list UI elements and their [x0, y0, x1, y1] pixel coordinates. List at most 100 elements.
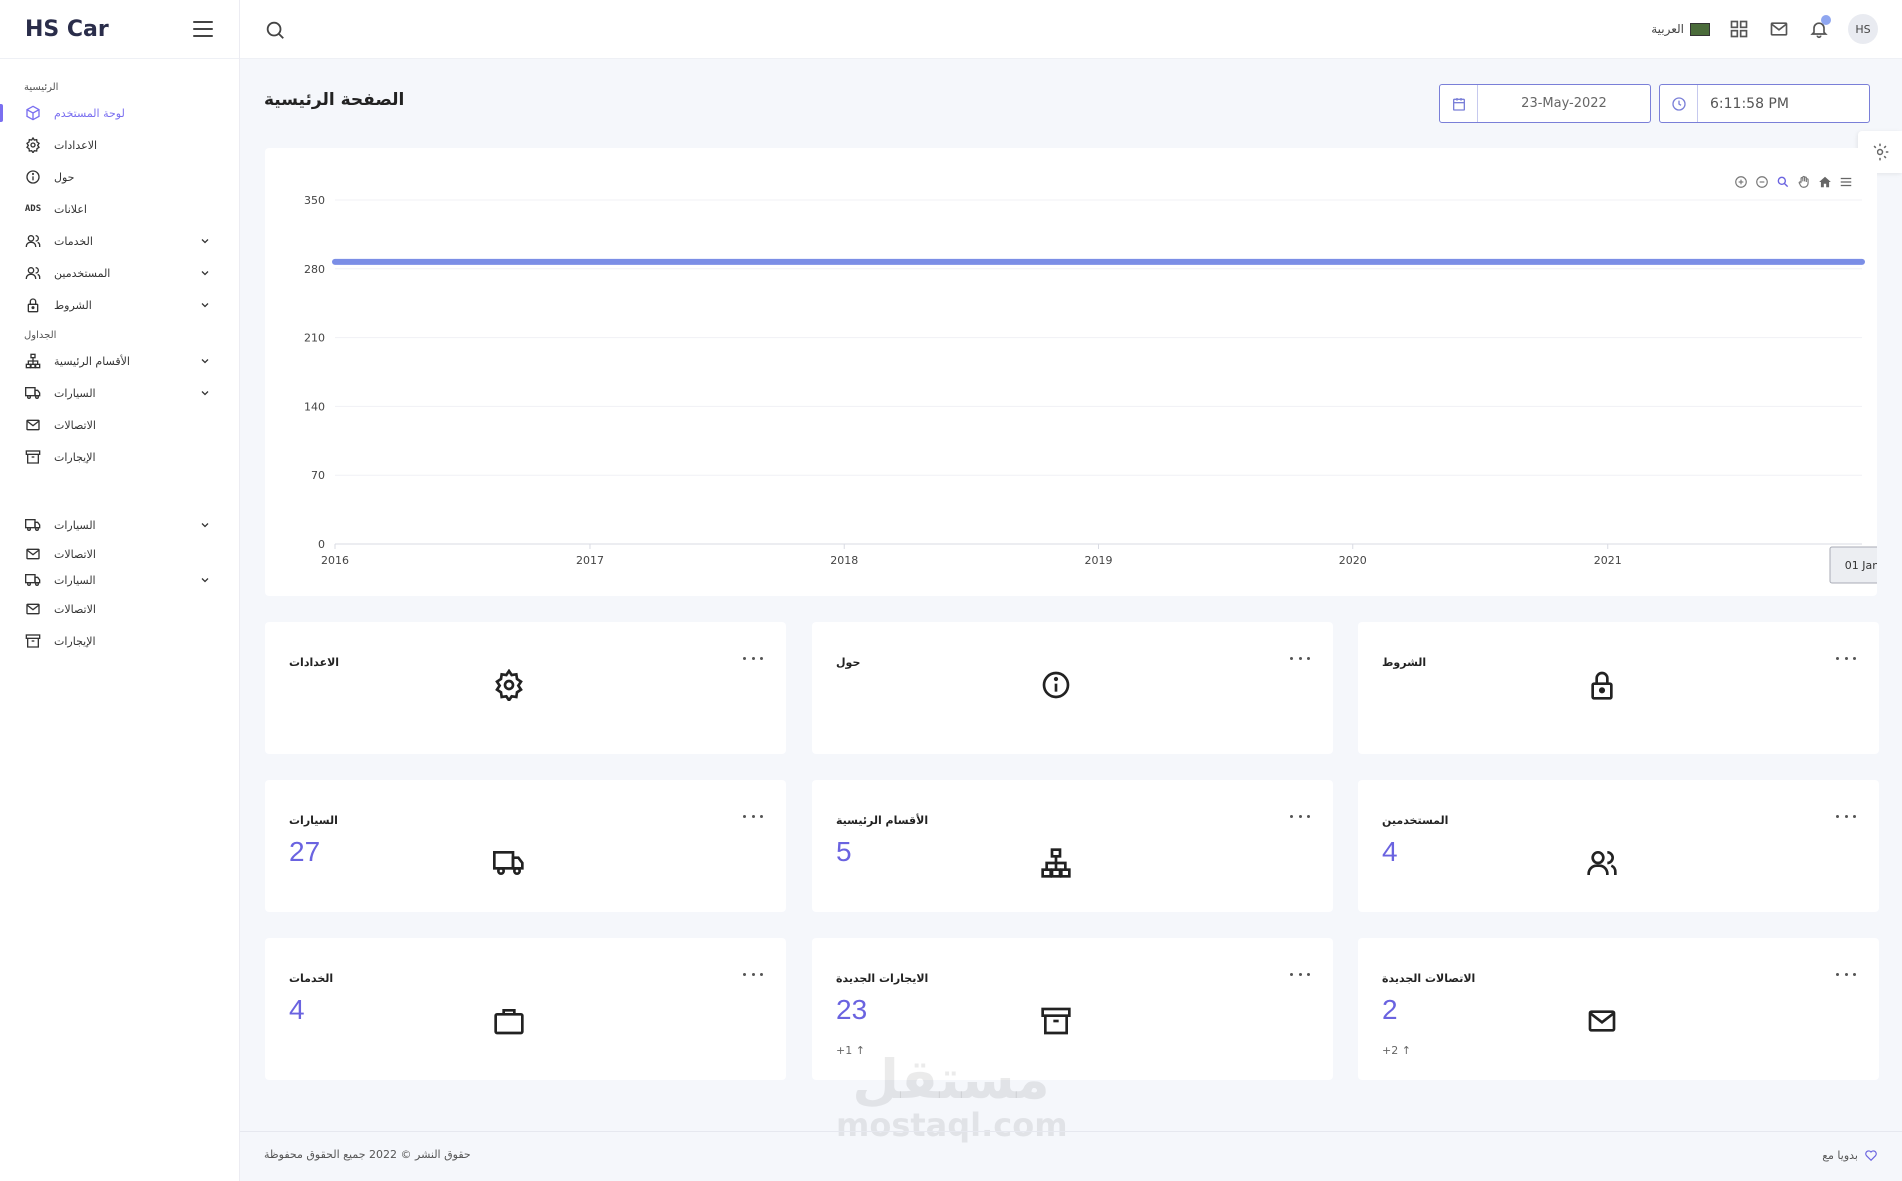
ads-icon: ADS [24, 204, 42, 214]
messages-button[interactable] [1768, 18, 1790, 40]
zoom-out-button[interactable] [1754, 174, 1769, 189]
sidebar: HS Car الرئيسية لوحة المستخدم الاعدادات حول… [0, 0, 240, 1181]
language-label: العربية [1651, 22, 1684, 36]
card-value: 23 [836, 994, 868, 1025]
heart-icon [1865, 1150, 1877, 1162]
x-tick-label: 2021 [1594, 554, 1622, 567]
zoom-in-button[interactable] [1733, 174, 1748, 189]
card-options-button[interactable] [1836, 650, 1856, 666]
reset-zoom-button[interactable] [1817, 174, 1832, 189]
chart-menu-button[interactable] [1838, 174, 1853, 189]
card-options-button[interactable] [743, 650, 763, 666]
sitemap-icon [1039, 846, 1073, 880]
date-value: 23-May-2022 [1521, 96, 1607, 111]
mail-icon [24, 545, 42, 563]
card-value: 4 [289, 994, 305, 1025]
archive-icon [1039, 1004, 1073, 1038]
sidebar-item-label: السيارات [54, 573, 96, 587]
sidebar-item[interactable]: الاتصالات [0, 593, 239, 625]
apps-button[interactable] [1728, 18, 1750, 40]
sidebar-item[interactable]: السيارات [0, 567, 239, 593]
sidebar-item-label: الاتصالات [54, 602, 96, 616]
sidebar-item[interactable]: الاتصالات [0, 409, 239, 441]
mail-icon [24, 416, 42, 434]
card-delta-value: +2 [1382, 1044, 1399, 1057]
sidebar-item-label: السيارات [54, 518, 96, 532]
truck-icon [24, 571, 42, 589]
date-picker[interactable]: 23-May-2022 [1439, 84, 1651, 123]
user-avatar[interactable]: HS [1848, 14, 1878, 44]
sidebar-item[interactable]: السيارات [0, 509, 239, 541]
lock-icon [1585, 668, 1619, 702]
brand-bar: HS Car [0, 0, 239, 59]
card-options-button[interactable] [1836, 808, 1856, 824]
users-icon [24, 264, 42, 282]
sidebar-item-label: الاتصالات [54, 547, 96, 561]
selection-zoom-button[interactable] [1775, 174, 1790, 189]
card-delta: +2 ↑ [1382, 1044, 1411, 1057]
truck-icon [492, 846, 526, 880]
sidebar-item[interactable]: المستخدمين [0, 257, 239, 289]
search-button[interactable] [264, 19, 286, 41]
time-picker[interactable]: 6:11:58 PM [1659, 84, 1870, 123]
chevron-down-icon [201, 303, 209, 308]
chevron-down-icon [201, 271, 209, 276]
card-value: 2 [1382, 994, 1398, 1025]
y-tick-label: 350 [304, 194, 325, 207]
mail-icon [24, 600, 42, 618]
footer: حقوق النشر © 2022 جميع الحقوق محفوظة بدو… [240, 1131, 1902, 1181]
x-crosshair-tooltip-label: 01 Jan [1845, 559, 1877, 572]
card-title: حول [836, 656, 861, 669]
card-delta: +1 ↑ [836, 1044, 865, 1057]
zoom-out-icon [1755, 175, 1768, 188]
y-tick-label: 70 [311, 469, 325, 482]
stat-card: حول [812, 622, 1333, 754]
arrow-up-icon: ↑ [1401, 1044, 1411, 1057]
home-icon [1818, 176, 1831, 187]
card-options-button[interactable] [1836, 966, 1856, 982]
card-options-button[interactable] [743, 808, 763, 824]
stat-card: الأقسام الرئيسية 5 [812, 780, 1333, 912]
arrow-up-icon: ↑ [855, 1044, 865, 1057]
pan-button[interactable] [1796, 174, 1811, 189]
card-title: المستخدمين [1382, 814, 1449, 827]
grid-icon [1730, 20, 1748, 38]
menu-toggle-button[interactable] [193, 21, 213, 37]
y-tick-label: 140 [304, 400, 325, 413]
notifications-button[interactable] [1808, 15, 1831, 40]
hand-icon [1798, 175, 1809, 188]
sidebar-item[interactable]: الأقسام الرئيسية [0, 345, 239, 377]
gear-icon [24, 136, 42, 154]
sidebar-item[interactable]: ADS اعلانات [0, 193, 239, 225]
sidebar-item-label: لوحة المستخدم [54, 106, 125, 120]
sidebar-item[interactable]: الخدمات [0, 225, 239, 257]
sidebar-item[interactable]: الاعدادات [0, 129, 239, 161]
sidebar-item[interactable]: الاتصالات [0, 541, 239, 567]
card-options-button[interactable] [743, 966, 763, 982]
sidebar-item-label: الشروط [54, 298, 92, 312]
zoom-in-icon [1734, 175, 1747, 188]
card-options-button[interactable] [1290, 650, 1310, 666]
sidebar-item[interactable]: السيارات [0, 377, 239, 409]
sidebar-item[interactable]: حول [0, 161, 239, 193]
line-chart: 0 70 140 210 280 350 2016 2017 2018 2019 2020 2021 0… [304, 194, 1895, 584]
y-tick-label: 280 [304, 263, 325, 276]
sidebar-item[interactable]: الإيجارات [0, 441, 239, 473]
users-icon [1585, 846, 1619, 880]
language-switcher[interactable]: العربية [1651, 22, 1710, 36]
chevron-down-icon [201, 578, 209, 583]
gear-icon [492, 668, 526, 702]
sidebar-item-label: الاتصالات [54, 418, 96, 432]
sidebar-item[interactable]: لوحة المستخدم [0, 97, 239, 129]
card-options-button[interactable] [1290, 966, 1310, 982]
stat-card: الايجارات الجديدة 23 +1 ↑ [812, 938, 1333, 1080]
sidebar-item[interactable]: الإيجارات [0, 625, 239, 657]
stat-card: الخدمات 4 [265, 938, 786, 1080]
sidebar-item[interactable]: الشروط [0, 289, 239, 321]
sidebar-item-label: السيارات [54, 386, 96, 400]
card-options-button[interactable] [1290, 808, 1310, 824]
sidebar-item-label: اعلانات [54, 202, 87, 216]
archive-icon [24, 448, 42, 466]
x-tick-label: 2020 [1339, 554, 1367, 567]
stat-card: الاعدادات [265, 622, 786, 754]
